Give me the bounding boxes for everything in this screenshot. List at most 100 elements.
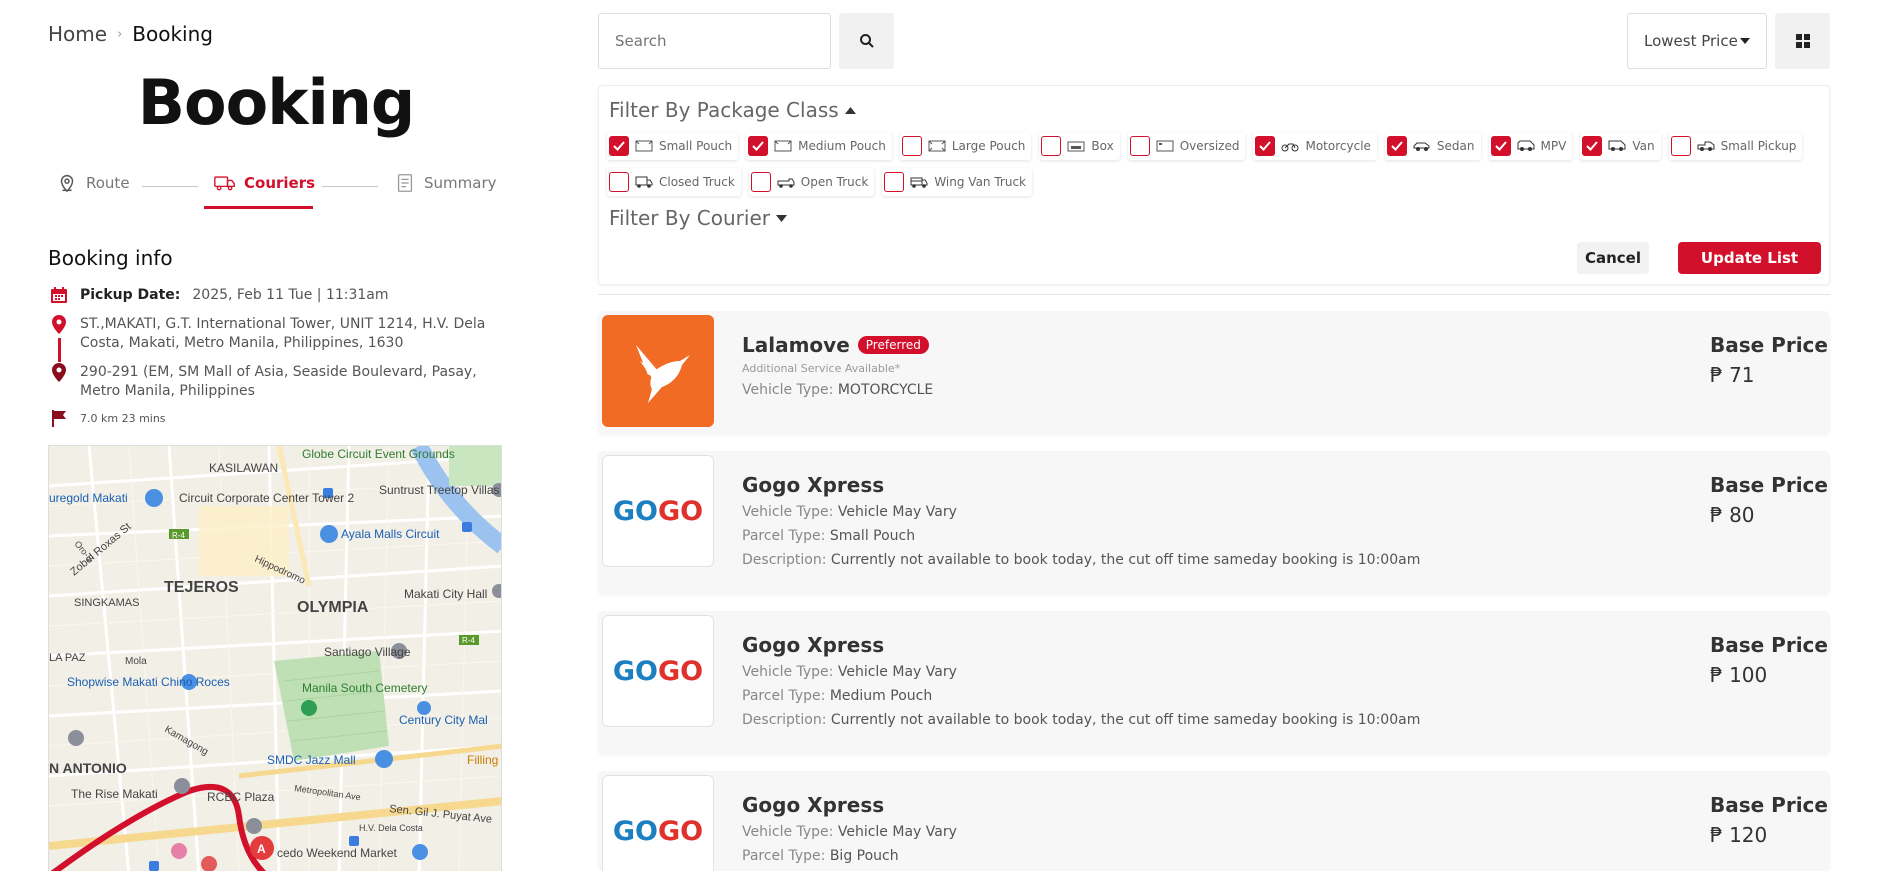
vehicle-type-label: Vehicle Type:: [742, 504, 834, 520]
description-label: Description:: [742, 552, 827, 568]
update-list-button[interactable]: Update List: [1678, 242, 1821, 274]
map-label: KASILAWAN: [209, 461, 278, 475]
gogo-logo-text: GOGO: [613, 816, 703, 847]
cancel-button[interactable]: Cancel: [1577, 242, 1649, 274]
package-class-filter-toggle[interactable]: Filter By Package Class: [609, 98, 856, 122]
caret-down-icon: [776, 214, 787, 222]
filter-chip-medium-pouch[interactable]: Medium Pouch: [746, 132, 892, 160]
parcel-type-value: Small Pouch: [829, 528, 916, 544]
additional-service-note: Additional Service Available*: [742, 362, 901, 375]
map-label: H.V. Dela Costa: [359, 823, 423, 833]
booking-info-title: Booking info: [48, 246, 173, 270]
courier-name-row: Gogo Xpress: [742, 473, 884, 497]
vehicle-type-value: Vehicle May Vary: [837, 824, 957, 840]
route-map[interactable]: KASILAWAN Globe Circuit Event Grounds Su…: [48, 445, 502, 871]
destination-pin-icon: [48, 363, 70, 401]
courier-filter-title: Filter By Courier: [609, 206, 770, 230]
pickup-date-label: Pickup Date:: [80, 287, 181, 303]
parcel-type: Parcel Type: Small Pouch: [742, 528, 915, 544]
filter-chip-wing-van-truck[interactable]: Wing Van Truck: [882, 168, 1032, 196]
filter-chip-open-truck[interactable]: Open Truck: [748, 168, 875, 196]
step-route[interactable]: Route: [56, 172, 130, 194]
map-label: R-4: [462, 636, 475, 645]
hummingbird-icon: [636, 345, 690, 403]
app-root: Home › Booking Booking Route Couriers Su…: [0, 0, 1878, 871]
pickup-truck-icon: [1697, 141, 1715, 151]
document-icon: [397, 174, 413, 192]
base-price-label: Base Price: [1710, 633, 1828, 657]
map-label: Suntrust Treetop Villas: [379, 483, 500, 497]
courier-name: Gogo Xpress: [742, 633, 885, 657]
check-icon: [1259, 141, 1272, 151]
step-summary[interactable]: Summary: [394, 172, 497, 194]
pouch-icon: [635, 140, 653, 152]
parcel-type-label: Parcel Type:: [742, 528, 826, 544]
caret-down-icon: [1740, 38, 1750, 44]
search-button[interactable]: [839, 13, 894, 69]
checkbox[interactable]: [901, 136, 922, 156]
checkbox[interactable]: [1582, 136, 1603, 156]
breadcrumb-separator: ›: [117, 26, 123, 42]
map-label: RCBC Plaza: [207, 790, 275, 804]
checkbox[interactable]: [609, 172, 629, 192]
chip-label: Motorcycle: [1305, 139, 1371, 153]
checkbox[interactable]: [609, 136, 629, 156]
checkbox[interactable]: [748, 136, 769, 156]
filter-chip-small-pickup[interactable]: Small Pickup: [1668, 132, 1803, 160]
sort-select[interactable]: Lowest Price: [1627, 13, 1767, 69]
wing-van-truck-icon: [910, 177, 928, 188]
gogo-logo-text: GOGO: [613, 496, 703, 527]
map-canvas[interactable]: KASILAWAN Globe Circuit Event Grounds Su…: [49, 446, 502, 871]
courier-card[interactable]: GOGO Gogo Xpress Vehicle Type: Vehicle M…: [598, 451, 1830, 595]
description-value: Currently not available to book today, t…: [830, 552, 1421, 568]
distance-row: 7.0 km 23 mins: [48, 409, 166, 428]
filter-chip-oversized[interactable]: Oversized: [1127, 132, 1246, 160]
filter-chip-box[interactable]: Box: [1039, 132, 1120, 160]
checkbox[interactable]: [1386, 136, 1407, 156]
courier-filter-toggle[interactable]: Filter By Courier: [609, 206, 787, 230]
courier-card[interactable]: GOGO Gogo Xpress Vehicle Type: Vehicle M…: [598, 771, 1830, 871]
map-label: SMDC Jazz Mall: [267, 753, 356, 767]
description: Description: Currently not available to …: [742, 712, 1420, 728]
filter-chip-mpv[interactable]: MPV: [1488, 132, 1573, 160]
grid-view-button[interactable]: [1775, 13, 1830, 69]
filter-chip-small-pouch[interactable]: Small Pouch: [607, 132, 739, 160]
step-couriers[interactable]: Couriers: [214, 172, 315, 194]
checkbox[interactable]: [884, 172, 905, 192]
courier-card[interactable]: GOGO Gogo Xpress Vehicle Type: Vehicle M…: [598, 611, 1830, 755]
origin-row: ST.,MAKATI, G.T. International Tower, UN…: [48, 315, 488, 353]
check-icon: [752, 141, 764, 151]
checkbox[interactable]: [1255, 136, 1276, 156]
checkbox[interactable]: [1490, 136, 1511, 156]
filter-chip-van[interactable]: Van: [1580, 132, 1661, 160]
search-input[interactable]: [598, 13, 831, 69]
base-price-value: ₱ 100: [1710, 663, 1768, 687]
filter-chip-sedan[interactable]: Sedan: [1384, 132, 1481, 160]
courier-card[interactable]: Lalamove Preferred Additional Service Av…: [598, 311, 1830, 435]
destination-row: 290-291 (EM, SM Mall of Asia, Seaside Bo…: [48, 363, 488, 401]
filter-chip-closed-truck[interactable]: Closed Truck: [607, 168, 741, 196]
map-label: TEJEROS: [164, 579, 239, 596]
map-label: Mola: [125, 656, 147, 667]
filter-chip-motorcycle[interactable]: Motorcycle: [1253, 132, 1377, 160]
filter-chip-large-pouch[interactable]: Large Pouch: [899, 132, 1032, 160]
vehicle-type: Vehicle Type: MOTORCYCLE: [742, 382, 933, 398]
map-label: Manila South Cemetery: [302, 681, 427, 695]
mpv-icon: [1517, 140, 1534, 151]
sort-select-value: Lowest Price: [1644, 32, 1738, 50]
gogo-logo-part: GO: [612, 815, 658, 847]
checkbox[interactable]: [1041, 136, 1062, 156]
checkbox[interactable]: [1129, 136, 1150, 156]
vehicle-type: Vehicle Type: Vehicle May Vary: [742, 504, 957, 520]
vehicle-type-label: Vehicle Type:: [742, 824, 834, 840]
motorcycle-icon: [1281, 143, 1299, 152]
checkbox[interactable]: [1670, 136, 1691, 156]
vehicle-type-label: Vehicle Type:: [742, 382, 834, 398]
map-marker-a[interactable]: A: [257, 842, 266, 856]
gogo-logo-part: GO: [612, 495, 658, 527]
destination-address: 290-291 (EM, SM Mall of Asia, Seaside Bo…: [80, 364, 477, 399]
courier-name-row: Lalamove Preferred: [742, 333, 929, 357]
checkbox[interactable]: [750, 172, 771, 192]
step-couriers-label: Couriers: [244, 174, 316, 192]
breadcrumb-home[interactable]: Home: [48, 22, 107, 46]
